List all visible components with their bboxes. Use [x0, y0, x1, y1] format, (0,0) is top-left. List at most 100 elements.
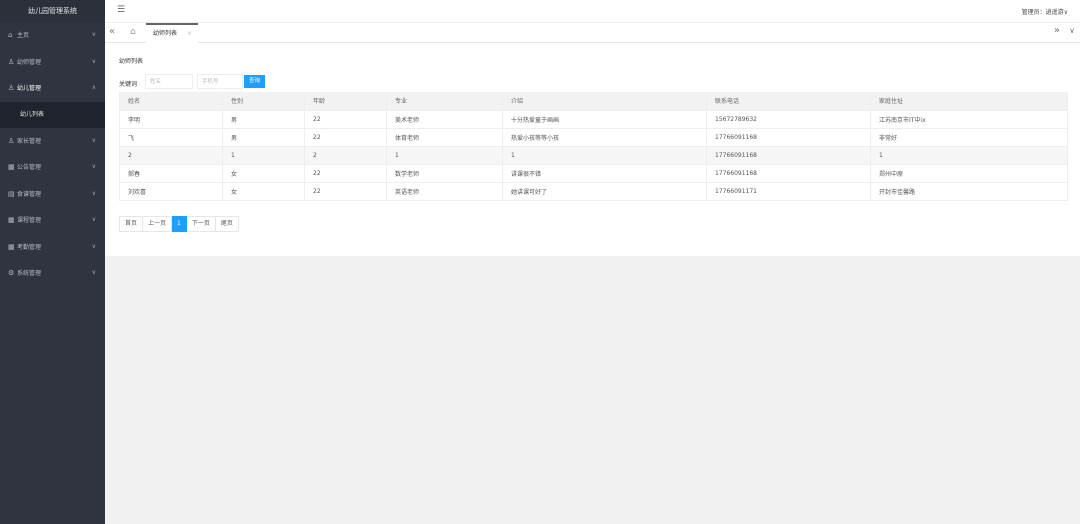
table-cell: 22 — [304, 164, 387, 183]
top-bar: ☰ 管理员：逍遥游∨ — [105, 0, 1080, 22]
table-cell: 22 — [304, 128, 387, 147]
column-header: 姓名 — [119, 92, 223, 111]
close-tab-icon[interactable]: × — [187, 25, 192, 42]
parent-icon: ♙ — [8, 136, 15, 145]
table-header-row: 姓名 性别 年龄 专业 介绍 联系电话 家庭住址 — [119, 92, 1068, 111]
tab-options-icon[interactable]: ∨ — [1069, 26, 1075, 35]
pagination: 首页 上一页 1 下一页 尾页 — [119, 216, 239, 232]
table-cell: 英语老师 — [386, 182, 503, 201]
sidebar-item[interactable]: ♙ 幼师管理 ∨ — [0, 49, 105, 76]
table-cell: 女 — [222, 164, 305, 183]
child-icon: ♙ — [8, 84, 15, 92]
scroll-right-icon[interactable]: » — [1054, 25, 1060, 36]
sidebar-item-label: 课程管理 — [17, 217, 42, 224]
sidebar-item[interactable]: ▦ 考勤管理 ∨ — [0, 234, 105, 261]
sidebar-item-label: 公告管理 — [17, 164, 42, 171]
table-cell: 17766091171 — [706, 182, 871, 201]
tab-bar: « ⌂ 幼师列表 × » ∨ — [105, 22, 1080, 43]
main-area: ☰ 管理员：逍遥游∨ « ⌂ 幼师列表 × » ∨ 幼师列表 关键词 查询 姓名… — [105, 0, 1080, 524]
sidebar-item-label: 考勤管理 — [17, 243, 42, 251]
meal-icon: ▤ — [8, 189, 15, 198]
table-cell: 22 — [304, 182, 387, 201]
sidebar-item[interactable]: ⌂ 主页 ∨ — [0, 22, 105, 49]
sidebar-item[interactable]: ♙ 家长管理 ∨ — [0, 128, 105, 155]
sidebar-item-label: 系统管理 — [17, 270, 42, 277]
sidebar-subitem-child-list[interactable]: 幼儿列表 — [0, 101, 105, 128]
column-header: 联系电话 — [706, 92, 871, 111]
sidebar-item-label: 食谱管理 — [17, 190, 42, 198]
home-tab-icon[interactable]: ⌂ — [130, 27, 136, 37]
settings-icon: ⚙ — [8, 269, 15, 277]
content-panel: 幼师列表 关键词 查询 姓名性别年龄专业介绍联系电话家庭住址 李明男22美术老师… — [105, 43, 1080, 256]
table-cell: 1 — [386, 146, 503, 165]
phone-search-input[interactable] — [197, 74, 243, 89]
column-header: 家庭住址 — [870, 92, 1068, 111]
menu-toggle-icon[interactable]: ☰ — [117, 5, 125, 15]
table-row[interactable]: 刘欢喜女 22 英语老师 她讲课可好了 17766091171 开封市佳馨路 — [119, 182, 1068, 201]
sidebar-item[interactable]: ▦ 课程管理 ∨ — [0, 207, 105, 234]
keyword-label: 关键词 — [119, 81, 138, 88]
table-cell: 1 — [870, 146, 1068, 165]
table-cell: 男 — [222, 110, 305, 129]
table-cell: 讲课很不错 — [502, 164, 707, 183]
user-menu[interactable]: 管理员：逍遥游∨ — [1022, 7, 1068, 16]
table-cell: 十分热爱童于画画 — [502, 110, 707, 129]
page-title: 幼师列表 — [119, 58, 144, 65]
chevron-down-icon: ∨ — [91, 31, 96, 38]
chevron-down-icon: ∨ — [91, 163, 96, 170]
table-body: 李明男 22 美术老师 十分热爱童于画画 15672789632 江苏南京市IT中ix 飞男… — [119, 110, 1068, 201]
sidebar-item[interactable]: ♙ 幼儿管理 ∧ — [0, 75, 105, 102]
sidebar-item-label: 家长管理 — [17, 137, 42, 145]
current-page-button[interactable]: 1 — [172, 216, 187, 232]
sidebar-item[interactable]: ⚙ 系统管理 ∨ — [0, 260, 105, 287]
chevron-down-icon: ∨ — [91, 242, 96, 250]
chevron-down-icon: ∨ — [91, 189, 96, 197]
table-row[interactable]: 郝春女 22 数学老师 讲课很不错 17766091168 郑州中原 — [119, 164, 1068, 183]
tab-label: 幼师列表 — [153, 30, 178, 37]
last-page-button[interactable]: 尾页 — [215, 216, 239, 232]
table-cell: 非常好 — [870, 128, 1068, 147]
chevron-down-icon: ∨ — [91, 269, 96, 276]
first-page-button[interactable]: 首页 — [119, 216, 144, 232]
chevron-down-icon: ∨ — [91, 136, 96, 144]
table-cell: 男 — [222, 128, 305, 147]
sidebar-item-label: 幼师管理 — [17, 58, 42, 66]
table-cell: 1 — [222, 146, 305, 165]
sidebar: 幼儿园管理系统 ⌂ 主页 ∨ ♙ 幼师管理 ∨ ♙ 幼儿管理 ∧ 幼儿列表 ♙ 家长管理 ∨ ▦ 公告管理 ∨… — [0, 0, 105, 524]
search-button[interactable]: 查询 — [244, 75, 265, 88]
scroll-left-icon[interactable]: « — [109, 26, 115, 37]
table-cell: 17766091168 — [706, 164, 871, 183]
table-cell: 体育老师 — [386, 128, 503, 147]
course-icon: ▦ — [8, 216, 15, 224]
attendance-icon: ▦ — [8, 242, 15, 251]
table-cell: 热爱小孩等等小孩 — [502, 128, 707, 147]
user-icon: ♙ — [8, 57, 15, 66]
tab-teacher-list[interactable]: 幼师列表 × — [146, 23, 198, 43]
chevron-up-icon: ∧ — [91, 84, 96, 91]
next-page-button[interactable]: 下一页 — [186, 216, 216, 232]
home-icon: ⌂ — [8, 31, 13, 39]
table-cell: 她讲课可好了 — [502, 182, 707, 201]
table-row[interactable]: 2 1 2 1 1 17766091168 1 — [119, 146, 1068, 165]
name-search-input[interactable] — [145, 74, 193, 89]
table-cell: 17766091168 — [706, 146, 871, 165]
prev-page-button[interactable]: 上一页 — [143, 216, 173, 232]
app-title: 幼儿园管理系统 — [0, 0, 105, 22]
sidebar-item-label: 幼儿管理 — [17, 85, 42, 92]
sidebar-item[interactable]: ▦ 公告管理 ∨ — [0, 154, 105, 181]
table-cell: 15672789632 — [706, 110, 871, 129]
chevron-down-icon: ∨ — [91, 57, 96, 65]
table-row[interactable]: 李明男 22 美术老师 十分热爱童于画画 15672789632 江苏南京市IT中ix — [119, 110, 1068, 129]
table-cell: 刘欢喜 — [119, 182, 223, 201]
table-cell: 女 — [222, 182, 305, 201]
chevron-down-icon: ∨ — [91, 216, 96, 223]
notice-icon: ▦ — [8, 163, 15, 171]
column-header: 年龄 — [304, 92, 387, 111]
sidebar-item[interactable]: ▤ 食谱管理 ∨ — [0, 181, 105, 208]
teacher-table: 姓名 性别 年龄 专业 介绍 联系电话 家庭住址 李明男 22 美术老师 十分热爱童于画画 1567… — [119, 92, 1068, 201]
table-cell: 2 — [119, 146, 223, 165]
table-cell: 江苏南京市IT中ix — [870, 110, 1068, 129]
table-row[interactable]: 飞男 22 体育老师 热爱小孩等等小孩 17766091168 非常好 — [119, 128, 1068, 147]
table-cell: 飞 — [119, 128, 223, 147]
column-header: 性别 — [222, 92, 305, 111]
